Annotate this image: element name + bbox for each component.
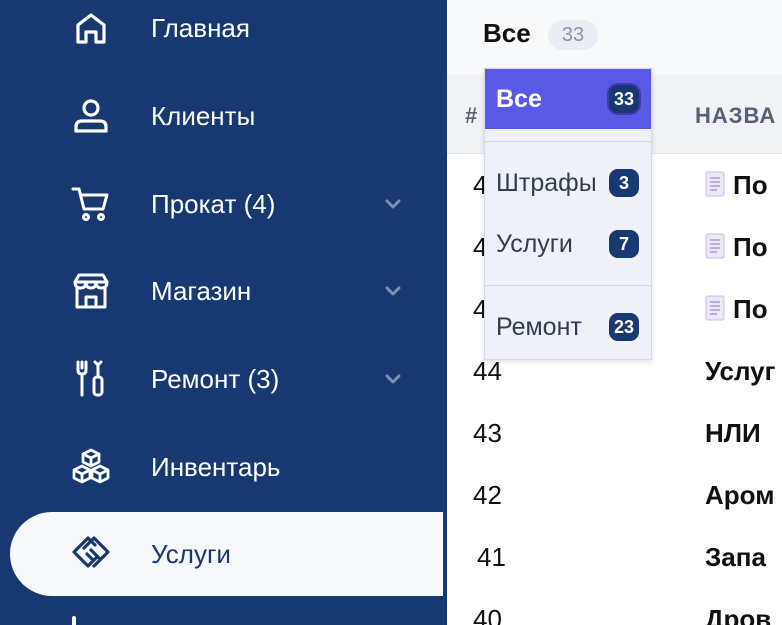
- sidebar-item-home[interactable]: Главная: [0, 0, 447, 60]
- row-name: Аром: [705, 480, 775, 510]
- home-icon: [70, 8, 112, 48]
- sidebar-item-label: Услуги: [151, 539, 231, 569]
- dropdown-item-count: 7: [609, 230, 639, 258]
- tools-icon: [70, 359, 112, 399]
- handshake-icon: [70, 534, 112, 574]
- table-row[interactable]: 42 Аром: [447, 464, 782, 527]
- sidebar-item-shop[interactable]: Магазин: [0, 259, 447, 323]
- table-row[interactable]: 43 НЛИ: [447, 402, 782, 465]
- sidebar-item-label: Главная: [151, 13, 250, 43]
- dropdown-item-fines[interactable]: Штрафы 3: [485, 153, 651, 213]
- dropdown-divider: [485, 141, 651, 142]
- dropdown-item-count: 33: [609, 85, 639, 113]
- dropdown-item-label: Все: [496, 85, 542, 113]
- sidebar-item-label: Инвентарь: [151, 452, 281, 482]
- sidebar-item-repair[interactable]: Ремонт (3): [0, 347, 447, 411]
- dropdown-item-count: 23: [609, 313, 639, 341]
- row-name-text: По: [733, 170, 768, 200]
- sidebar-item-services[interactable]: Услуги: [10, 512, 443, 596]
- sidebar-next-item-peek: [72, 616, 76, 625]
- dropdown-item-all[interactable]: Все 33: [485, 69, 651, 129]
- row-name: НЛИ: [705, 418, 761, 448]
- sidebar-item-clients[interactable]: Клиенты: [0, 84, 447, 148]
- table-row[interactable]: 41 Запа: [447, 526, 782, 589]
- row-name: Дров: [705, 604, 772, 625]
- dropdown-item-count: 3: [609, 169, 639, 197]
- dropdown-divider: [485, 285, 651, 286]
- row-name: Запа: [705, 542, 766, 572]
- sidebar-item-rental[interactable]: Прокат (4): [0, 172, 447, 236]
- cart-icon: [70, 184, 112, 224]
- row-id: 42: [473, 480, 502, 510]
- document-icon: [705, 233, 725, 259]
- boxes-icon: [70, 447, 112, 487]
- dropdown-item-label: Услуги: [496, 230, 573, 258]
- row-id: 44: [473, 356, 502, 386]
- row-name: По: [705, 171, 768, 199]
- filter-tab-all[interactable]: Все: [483, 18, 531, 48]
- row-id: 40: [473, 604, 502, 625]
- chevron-down-icon[interactable]: [381, 367, 405, 391]
- row-name: По: [705, 295, 768, 323]
- dropdown-item-services[interactable]: Услуги 7: [485, 214, 651, 274]
- sidebar: Главная Клиенты Прокат (4) Магазин Ремон…: [0, 0, 447, 625]
- user-icon: [70, 96, 112, 136]
- row-id: 43: [473, 418, 502, 448]
- filter-count-badge: 33: [548, 20, 598, 50]
- row-name: Услуг: [705, 356, 776, 386]
- sidebar-item-label: Ремонт (3): [151, 364, 280, 394]
- document-icon: [705, 171, 725, 197]
- chevron-down-icon[interactable]: [381, 192, 405, 216]
- row-name: По: [705, 233, 768, 261]
- dropdown-item-repair[interactable]: Ремонт 23: [485, 297, 651, 357]
- chevron-down-icon[interactable]: [381, 279, 405, 303]
- dropdown-item-label: Ремонт: [496, 313, 582, 341]
- row-name-text: По: [733, 294, 768, 324]
- sidebar-item-inventory[interactable]: Инвентарь: [0, 435, 447, 499]
- document-icon: [705, 295, 725, 321]
- column-header-number[interactable]: #: [465, 103, 477, 129]
- table-row[interactable]: 40 Дров: [447, 588, 782, 625]
- sidebar-item-label: Магазин: [151, 276, 252, 306]
- column-header-name[interactable]: НАЗВА: [695, 103, 776, 129]
- store-icon: [70, 271, 112, 311]
- dropdown-item-label: Штрафы: [496, 169, 597, 197]
- category-dropdown: Все 33 Штрафы 3 Услуги 7 Ремонт 23: [484, 68, 652, 360]
- row-name-text: По: [733, 232, 768, 262]
- sidebar-item-label: Клиенты: [151, 101, 256, 131]
- sidebar-item-label: Прокат (4): [151, 189, 276, 219]
- row-id: 41: [477, 542, 506, 572]
